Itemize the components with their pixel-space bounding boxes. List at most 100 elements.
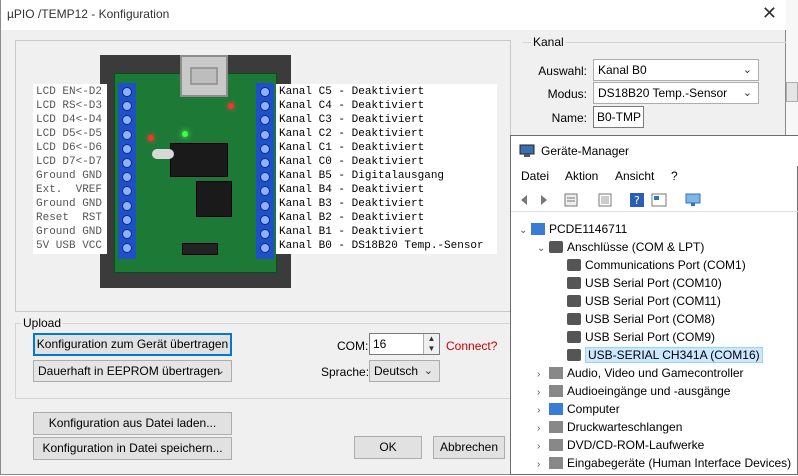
tree-item[interactable]: › Druckwarteschlangen <box>537 418 682 436</box>
pin-label-left: Reset RST <box>36 212 103 224</box>
help-icon[interactable]: ? <box>629 192 645 208</box>
tree-item-label: Anschlüsse (COM & LPT) <box>567 240 705 254</box>
tree-item[interactable]: › Audioeingänge und -ausgänge <box>537 382 730 400</box>
pin-label-left: Ground GND <box>36 226 103 238</box>
auswahl-value: Kanal B0 <box>598 63 647 77</box>
sprache-value: Deutsch <box>374 364 419 378</box>
modus-select[interactable]: DS18B20 Temp.-Sensor ⌄ <box>593 82 759 104</box>
ok-button[interactable]: OK <box>354 436 422 459</box>
back-arrow-icon[interactable] <box>517 192 533 208</box>
list-view-icon[interactable] <box>597 192 613 208</box>
com-spinbox[interactable]: 16 ▲ ▼ <box>369 333 440 355</box>
tree-item[interactable]: USB Serial Port (COM11) <box>555 292 721 310</box>
tree-item[interactable]: USB Serial Port (COM9) <box>555 328 715 346</box>
pin-label-right: Kanal C1 - Deaktiviert <box>279 142 425 154</box>
pin-label-right: Kanal B2 - Deaktiviert <box>279 212 425 224</box>
forward-arrow-icon[interactable] <box>535 192 551 208</box>
tree-item[interactable]: › DVD/CD-ROM-Laufwerke <box>537 436 704 454</box>
tree-item[interactable]: USB Serial Port (COM8) <box>555 310 715 328</box>
computer-icon <box>531 223 545 235</box>
transfer-to-device-button[interactable]: Konfiguration zum Gerät übertragen <box>33 333 232 356</box>
pin-label-right: Kanal C3 - Deaktiviert <box>279 114 425 126</box>
tree-item-label: Audioeingänge und -ausgänge <box>567 384 731 398</box>
eeprom-select[interactable]: Dauerhaft in EEPROM übertragen ⌄ <box>33 360 232 382</box>
spin-arrows[interactable]: ▲ ▼ <box>423 334 439 354</box>
window-title: µPIO /TEMP12 - Konfiguration <box>7 7 170 21</box>
port-icon <box>567 331 581 343</box>
pin-label-right: Kanal B5 - Digitalausgang <box>279 170 445 182</box>
chevron-down-icon: ⌄ <box>742 87 752 99</box>
port-icon <box>567 295 581 307</box>
pin-label-right: Kanal B4 - Deaktiviert <box>279 184 425 196</box>
dm-toolbar: ? <box>511 188 798 212</box>
printer-icon <box>549 421 563 433</box>
upload-legend: Upload <box>21 316 64 330</box>
expander-icon[interactable]: ⌄ <box>519 222 531 240</box>
title-bar: µPIO /TEMP12 - Konfiguration ✕ <box>1 0 787 30</box>
dm-menubar: Datei Aktion Ansicht ? <box>511 166 798 186</box>
monitor-icon[interactable] <box>685 192 701 208</box>
pin-label-left: Ext. VREF <box>36 184 103 196</box>
pin-label-left: LCD D4<-D4 <box>36 114 103 126</box>
pin-label-left: LCD EN<-D2 <box>36 86 103 98</box>
port-icon <box>567 349 581 361</box>
close-icon[interactable]: ✕ <box>762 4 777 22</box>
pin-label-right: Kanal C5 - Deaktiviert <box>279 86 425 98</box>
disc-icon <box>549 439 563 451</box>
expander-icon[interactable]: ⌄ <box>537 240 549 258</box>
device-manager-window: Geräte-Manager Datei Aktion Ansicht ? ? … <box>510 135 798 475</box>
tree-item-label: PCDE1146711 <box>549 222 628 236</box>
menu-aktion[interactable]: Aktion <box>565 169 598 183</box>
expander-icon[interactable]: › <box>537 456 549 474</box>
auswahl-label: Auswahl: <box>538 64 587 78</box>
tree-item[interactable]: › Computer <box>537 400 620 418</box>
pin-label-right: Kanal B0 - DS18B20 Temp.-Sensor <box>279 240 484 252</box>
cancel-button[interactable]: Abbrechen <box>433 436 505 459</box>
name-label: Name: <box>551 111 587 125</box>
connect-link[interactable]: Connect? <box>446 339 497 353</box>
tree-item-label: Communications Port (COM1) <box>585 258 746 272</box>
load-config-button[interactable]: Konfiguration aus Datei laden... <box>33 412 232 435</box>
sprache-select[interactable]: Deutsch ⌄ <box>369 360 440 382</box>
speaker-icon <box>549 385 563 397</box>
tree-item[interactable]: USB Serial Port (COM10) <box>555 274 722 292</box>
pin-label-right: Kanal C0 - Deaktiviert <box>279 156 425 168</box>
modus-label: Modus: <box>547 87 587 101</box>
pin-label-right: Kanal B3 - Deaktiviert <box>279 198 425 210</box>
kanal-legend: Kanal <box>531 35 566 49</box>
eeprom-value: Dauerhaft in EEPROM übertragen <box>38 364 221 378</box>
chevron-down-icon: ⌄ <box>215 365 225 377</box>
right-pin-labels: Kanal C5 - Deaktiviert Kanal C4 - Deaktiv… <box>276 84 497 254</box>
dm-title-bar: Geräte-Manager <box>511 136 798 166</box>
properties-icon[interactable] <box>563 192 579 208</box>
spin-up-icon[interactable]: ▲ <box>424 334 439 344</box>
tree-item-label: USB Serial Port (COM11) <box>585 294 721 308</box>
device-manager-icon <box>519 144 535 157</box>
details-icon[interactable] <box>651 192 667 208</box>
auswahl-select[interactable]: Kanal B0 ⌄ <box>593 59 759 81</box>
tree-item[interactable]: Communications Port (COM1) <box>555 256 746 274</box>
com-value: 16 <box>373 337 387 351</box>
tree-item[interactable]: ⌄ PCDE1146711 <box>519 220 627 238</box>
name-field[interactable]: B0-TMP <box>593 106 644 128</box>
port-icon <box>567 277 581 289</box>
pin-assignment: LCD EN<-D2 LCD RS<-D3 LCD D4<-D4 LCD D5<-D5… <box>33 84 497 254</box>
pin-label-left: LCD D6<-D6 <box>36 142 103 154</box>
save-config-button[interactable]: Konfiguration in Datei speichern... <box>33 437 232 460</box>
tree-item-label: USB Serial Port (COM8) <box>585 312 716 326</box>
chevron-down-icon: ⌄ <box>423 365 433 377</box>
pin-label-right: Kanal B1 - Deaktiviert <box>279 226 425 238</box>
chevron-down-icon: ⌄ <box>742 64 752 76</box>
tree-item-label: Eingabegeräte (Human Interface Devices) <box>567 456 792 470</box>
sprache-label: Sprache: <box>321 365 370 379</box>
pin-label-left: Ground GND <box>36 198 103 210</box>
tree-item[interactable]: › Eingabegeräte (Human Interface Devices) <box>537 454 791 472</box>
com-label: COM: <box>337 339 369 353</box>
spin-down-icon[interactable]: ▼ <box>424 344 439 354</box>
tree-item[interactable]: USB-SERIAL CH341A (COM16) <box>555 346 763 364</box>
menu-ansicht[interactable]: Ansicht <box>615 169 654 183</box>
tree-item[interactable]: › Audio, Video und Gamecontroller <box>537 364 744 382</box>
tree-item[interactable]: ⌄ Anschlüsse (COM & LPT) <box>537 238 704 256</box>
menu-help[interactable]: ? <box>671 169 678 183</box>
menu-datei[interactable]: Datei <box>521 169 549 183</box>
